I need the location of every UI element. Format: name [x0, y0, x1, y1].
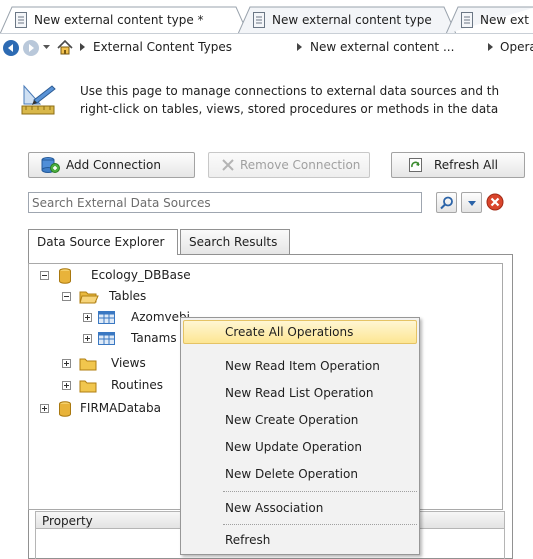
search-options-button[interactable]: [461, 192, 482, 213]
table-icon: [98, 332, 115, 345]
menu-item-label: New Association: [225, 501, 324, 515]
breadcrumb-separator: [297, 43, 302, 51]
property-column-header: Property: [42, 514, 93, 528]
menu-item-new-read-item-operation[interactable]: New Read Item Operation: [183, 354, 417, 378]
node-label: Views: [111, 356, 146, 370]
table-icon: [98, 311, 115, 324]
chevron-down-icon: [468, 201, 476, 206]
tab-new-ext[interactable]: New ext: [446, 6, 533, 34]
document-icon: [15, 12, 27, 28]
menu-item-label: New Read List Operation: [225, 386, 374, 400]
tree-node-tables[interactable]: Tables: [62, 288, 182, 306]
menu-item-label: New Update Operation: [225, 440, 362, 454]
tree-node-ecology-dbbase[interactable]: Ecology_DBBase: [40, 267, 240, 285]
context-menu: Create All Operations New Read Item Oper…: [180, 317, 420, 555]
menu-separator: [223, 491, 417, 492]
collapse-toggle[interactable]: [40, 271, 49, 280]
breadcrumb-operations[interactable]: Opera: [500, 40, 533, 54]
back-button[interactable]: [3, 40, 19, 56]
collapse-toggle[interactable]: [62, 292, 71, 301]
menu-item-new-delete-operation[interactable]: New Delete Operation: [183, 462, 417, 486]
breadcrumb: External Content Types New external cont…: [0, 38, 533, 58]
tree-node-routines[interactable]: Routines: [62, 377, 177, 395]
tab-label: Data Source Explorer: [37, 235, 165, 249]
clear-search-button[interactable]: [485, 192, 506, 213]
open-folder-icon: [79, 291, 99, 304]
arrow-right-icon: [29, 44, 34, 52]
search-button[interactable]: [436, 192, 457, 213]
add-connection-button[interactable]: Add Connection: [28, 152, 195, 178]
delete-x-icon: [222, 159, 234, 171]
expand-toggle[interactable]: [83, 334, 92, 343]
menu-item-label: Refresh: [225, 533, 271, 547]
tree-node-tanams[interactable]: Tanams: [83, 330, 183, 348]
info-line-2: right-click on tables, views, stored pro…: [80, 102, 499, 116]
arrow-left-icon: [8, 44, 13, 52]
breadcrumb-external-content-types[interactable]: External Content Types: [93, 40, 232, 54]
menu-item-label: New Delete Operation: [225, 467, 358, 481]
add-connection-icon: [41, 157, 60, 173]
add-connection-label: Add Connection: [66, 158, 161, 172]
breadcrumb-separator: [488, 43, 493, 51]
document-tab-strip: New external content type * New external…: [0, 0, 533, 34]
search-input[interactable]: [28, 192, 422, 213]
menu-item-label: New Create Operation: [225, 413, 359, 427]
node-label: FIRMADataba: [80, 401, 161, 415]
refresh-all-button[interactable]: Refresh All: [391, 152, 525, 178]
remove-connection-button[interactable]: Remove Connection: [208, 152, 370, 178]
tab-label: Search Results: [189, 235, 278, 249]
breadcrumb-new-external-content[interactable]: New external content ...: [310, 40, 454, 54]
chevron-down-icon[interactable]: [43, 45, 50, 50]
menu-item-new-read-list-operation[interactable]: New Read List Operation: [183, 381, 417, 405]
tab-strip-divider: [0, 33, 533, 34]
tab-new-external-content-type[interactable]: New external content type: [238, 6, 458, 34]
info-description: Use this page to manage connections to e…: [80, 82, 533, 118]
database-icon: [59, 401, 71, 417]
node-label: Ecology_DBBase: [91, 268, 191, 282]
tab-label: New ext: [480, 13, 529, 27]
refresh-all-label: Refresh All: [434, 158, 499, 172]
tree-node-views[interactable]: Views: [62, 355, 172, 373]
menu-separator: [223, 524, 417, 525]
cancel-icon: [486, 193, 504, 211]
menu-item-label: New Read Item Operation: [225, 359, 380, 373]
node-label: Tables: [109, 289, 147, 303]
refresh-document-icon: [409, 158, 422, 172]
info-line-1: Use this page to manage connections to e…: [80, 84, 500, 98]
database-icon: [59, 268, 71, 284]
tab-new-external-content-type-modified[interactable]: New external content type *: [0, 6, 250, 34]
document-icon: [253, 12, 265, 28]
remove-connection-label: Remove Connection: [240, 158, 361, 172]
folder-icon: [79, 358, 97, 371]
menu-item-new-create-operation[interactable]: New Create Operation: [183, 408, 417, 432]
node-label: Routines: [111, 378, 164, 392]
tree-node-firmadatabase[interactable]: FIRMADataba: [40, 400, 178, 418]
design-pencil-icon: [21, 84, 56, 115]
search-icon: [440, 196, 453, 210]
home-icon[interactable]: [57, 40, 73, 55]
menu-item-create-all-operations[interactable]: Create All Operations: [183, 320, 417, 344]
breadcrumb-separator: [80, 43, 85, 51]
tab-label: New external content type *: [34, 13, 204, 27]
menu-item-refresh[interactable]: Refresh: [183, 528, 417, 552]
expand-toggle[interactable]: [62, 381, 71, 390]
forward-button[interactable]: [23, 40, 39, 56]
tab-search-results[interactable]: Search Results: [180, 229, 290, 254]
expand-toggle[interactable]: [40, 404, 49, 413]
folder-icon: [79, 380, 97, 393]
expand-toggle[interactable]: [62, 359, 71, 368]
tab-data-source-explorer[interactable]: Data Source Explorer: [28, 229, 178, 255]
menu-item-new-association[interactable]: New Association: [183, 496, 417, 520]
node-label: Tanams: [131, 331, 177, 345]
tab-label: New external content type: [272, 13, 432, 27]
menu-item-label: Create All Operations: [225, 325, 354, 339]
menu-item-new-update-operation[interactable]: New Update Operation: [183, 435, 417, 459]
expand-toggle[interactable]: [83, 313, 92, 322]
document-icon: [461, 12, 473, 28]
